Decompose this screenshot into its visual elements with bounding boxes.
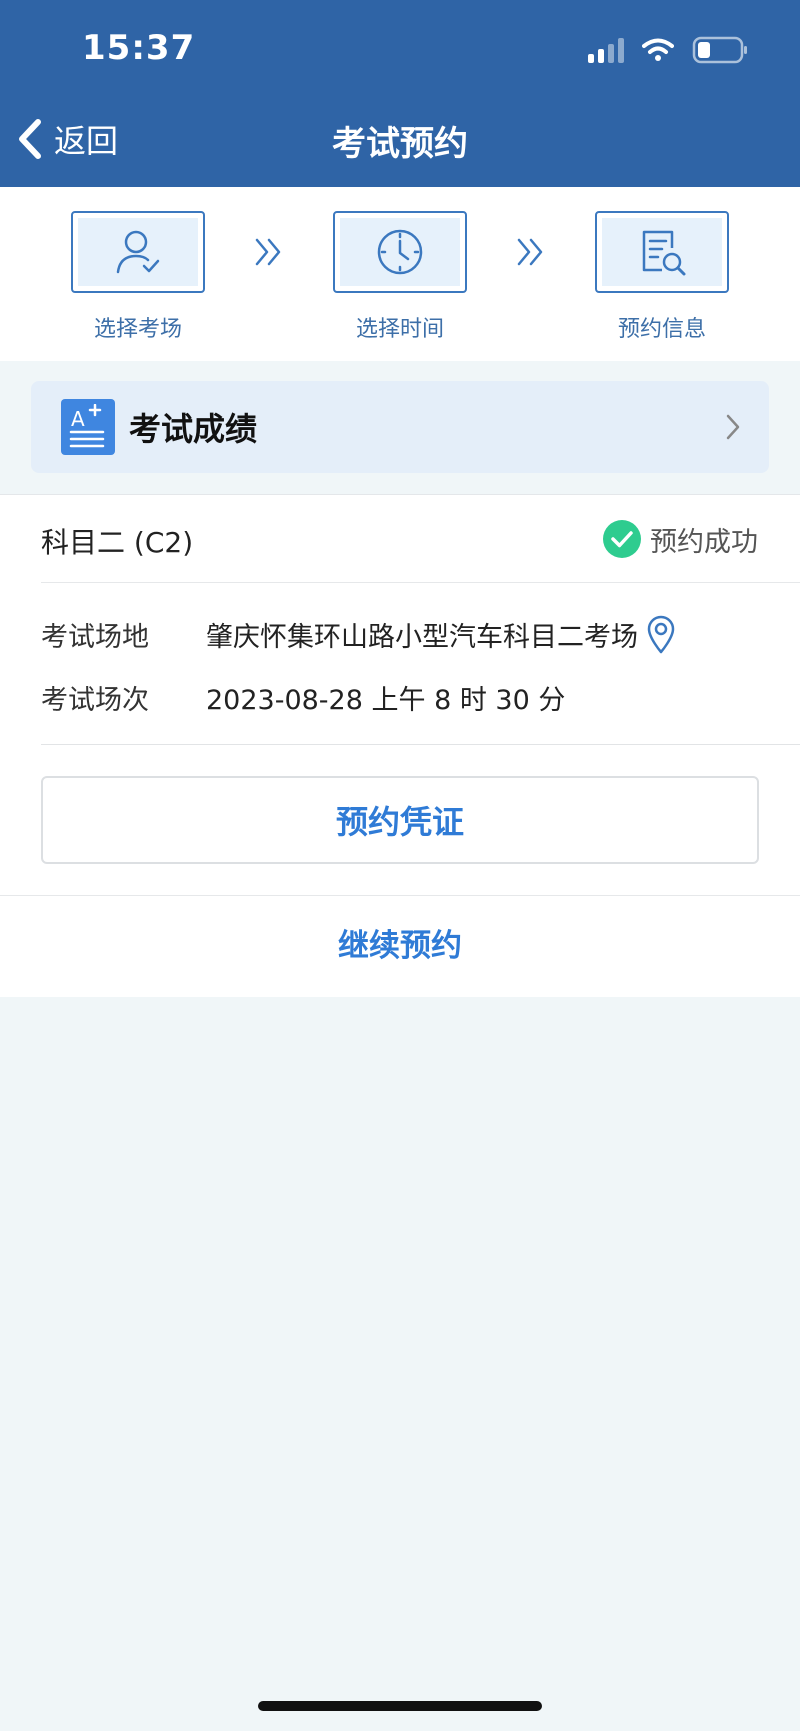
exam-subject: 科目二 (C2)	[41, 526, 194, 559]
chevron-right-icon	[726, 414, 740, 440]
session-value: 2023-08-28 上午 8 时 30 分	[206, 685, 566, 716]
divider	[0, 895, 800, 896]
session-label: 考试场次	[41, 685, 149, 716]
home-indicator	[258, 1701, 542, 1711]
exam-score-link[interactable]: A 考试成绩	[31, 381, 769, 473]
back-label: 返回	[54, 122, 119, 160]
chevron-left-icon	[19, 119, 41, 159]
status-time: 15:37	[82, 28, 196, 68]
step-label: 预约信息	[617, 317, 706, 342]
continue-booking-link[interactable]: 继续预约	[0, 920, 800, 965]
subject-row: 科目二 (C2) 预约成功	[41, 495, 800, 583]
session-row: 考试场次 2023-08-28 上午 8 时 30 分	[41, 678, 565, 717]
venue-value: 肇庆怀集环山路小型汽车科目二考场	[206, 621, 638, 653]
step-booking-info: 预约信息	[595, 211, 729, 343]
status-icons	[588, 36, 750, 64]
svg-text:A: A	[71, 407, 85, 431]
venue-row: 考试场地 肇庆怀集环山路小型汽车科目二考场	[41, 614, 676, 654]
venue-label: 考试场地	[41, 621, 149, 653]
cellular-signal-icon	[588, 37, 624, 63]
app-header: 15:37 返回 考试预约	[0, 0, 800, 187]
step-select-time: 选择时间	[333, 211, 467, 343]
step-select-venue: 选择考场	[71, 211, 205, 343]
status-text: 预约成功	[650, 526, 758, 558]
person-check-icon	[116, 230, 160, 274]
appointment-details: 科目二 (C2) 预约成功 考试场地 肇庆怀集环山路小型汽车科目二考场 考试场次…	[0, 494, 800, 997]
booking-voucher-button[interactable]: 预约凭证	[41, 776, 759, 864]
double-chevron-right-icon	[517, 238, 543, 266]
clock-icon	[377, 229, 423, 275]
grade-a-plus-icon: A	[61, 399, 115, 455]
battery-icon	[692, 36, 747, 64]
step-label: 选择考场	[93, 317, 182, 342]
page-title: 考试预约	[332, 124, 468, 164]
status-badge: 预约成功	[602, 519, 758, 559]
exam-score-label: 考试成绩	[129, 410, 258, 448]
document-search-icon	[642, 230, 686, 276]
double-chevron-right-icon	[255, 238, 281, 266]
step-label: 选择时间	[355, 317, 444, 342]
wifi-icon	[642, 38, 674, 61]
location-pin-icon[interactable]	[646, 614, 676, 654]
check-circle-icon	[603, 520, 641, 558]
back-button[interactable]: 返回	[16, 116, 118, 162]
step-indicator: 选择考场 选择时间 预约信息	[0, 187, 800, 361]
divider	[41, 744, 800, 745]
